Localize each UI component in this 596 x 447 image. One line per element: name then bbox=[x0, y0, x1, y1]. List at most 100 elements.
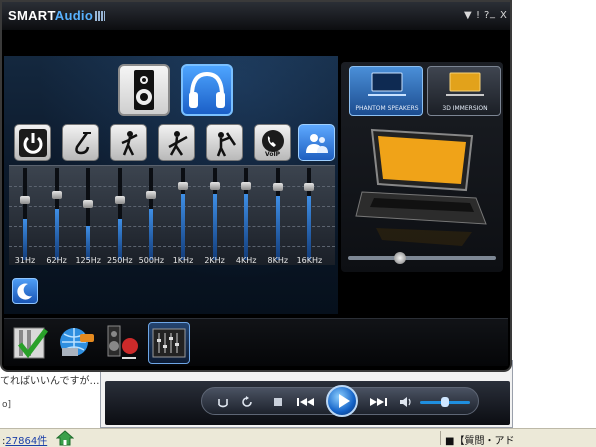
phantom-speakers-icon bbox=[368, 72, 406, 96]
dock-audio-director-button[interactable] bbox=[102, 322, 144, 364]
eq-slider-knob[interactable] bbox=[20, 196, 30, 204]
eq-band-slider[interactable] bbox=[114, 168, 125, 260]
close-icon[interactable]: X bbox=[500, 10, 507, 21]
next-icon[interactable] bbox=[368, 393, 390, 411]
eq-slider-fill bbox=[181, 194, 185, 260]
eq-band-label: 2KHz bbox=[204, 256, 225, 265]
eq-slider-fill bbox=[212, 194, 217, 260]
eq-slider-knob[interactable] bbox=[241, 182, 252, 190]
headphones-icon bbox=[189, 71, 225, 108]
eq-band-label: 125Hz bbox=[75, 256, 101, 265]
saxophone-icon bbox=[75, 132, 91, 155]
3d-immersion-label: 3D IMMERSION bbox=[442, 105, 488, 112]
help-icon[interactable]: ? bbox=[484, 10, 489, 21]
status-count: :27864件 bbox=[2, 436, 48, 447]
eq-slider-knob[interactable] bbox=[51, 191, 62, 199]
preset-power-button[interactable] bbox=[14, 124, 51, 161]
eq-slider-fill bbox=[149, 209, 154, 260]
volume-icon[interactable] bbox=[398, 393, 414, 411]
transport-pill bbox=[201, 385, 479, 417]
eq-band-slider[interactable] bbox=[272, 168, 283, 260]
voip-label: VoIP bbox=[265, 151, 281, 158]
violin-icon bbox=[216, 132, 237, 157]
eq-slider-fill bbox=[244, 194, 249, 260]
checklist-icon bbox=[13, 327, 48, 359]
dock-checklist-button[interactable] bbox=[10, 322, 52, 364]
background-text-line: てればいいんですが‥‥ bbox=[0, 376, 103, 387]
eq-band-label: 62Hz bbox=[46, 256, 67, 265]
eq-band-slider[interactable] bbox=[83, 168, 94, 260]
status-separator bbox=[440, 431, 441, 445]
phantom-speakers-button[interactable]: PHANTOM SPEAKERS bbox=[349, 66, 423, 116]
eq-slider-fill bbox=[117, 219, 122, 260]
logo-bars-icon bbox=[95, 11, 106, 21]
dancer-icon bbox=[121, 131, 138, 156]
speaker-icon bbox=[134, 70, 154, 110]
phantom-speakers-label: PHANTOM SPEAKERS bbox=[355, 105, 419, 112]
eq-slider-knob[interactable] bbox=[178, 182, 188, 190]
eq-band-label: 250Hz bbox=[107, 256, 133, 265]
repeat-icon[interactable] bbox=[216, 393, 230, 411]
eq-band-label: 8KHz bbox=[267, 256, 289, 265]
eq-slider-fill bbox=[275, 196, 280, 260]
eq-band-label: 4KHz bbox=[235, 256, 257, 265]
eq-band-label: 31Hz bbox=[14, 256, 36, 265]
speaker-mode-button[interactable] bbox=[118, 64, 170, 116]
dock-mixer-button[interactable] bbox=[148, 322, 190, 364]
microphone-speaker-icon bbox=[107, 325, 138, 359]
app-logo: SMARTAudio bbox=[8, 8, 106, 23]
eq-band-slider[interactable] bbox=[20, 168, 30, 260]
night-mode-button[interactable] bbox=[12, 278, 38, 304]
preset-rock-button[interactable] bbox=[158, 124, 195, 161]
about-icon[interactable]: ! bbox=[476, 10, 480, 21]
eq-slider-knob[interactable] bbox=[209, 182, 220, 190]
headphones-mode-button[interactable] bbox=[181, 64, 233, 116]
browser-status-bar: :27864件 ■【質問・アド bbox=[0, 428, 596, 447]
menu-dropdown-icon[interactable]: ▼ bbox=[464, 10, 472, 21]
preset-voip-button[interactable]: VoIP bbox=[254, 124, 291, 161]
title-bar: SMARTAudio ▼ ! ? _ X bbox=[2, 2, 510, 30]
play-button[interactable] bbox=[326, 385, 358, 417]
stop-icon[interactable] bbox=[272, 393, 284, 411]
eq-band-slider[interactable] bbox=[241, 168, 252, 260]
effect-intensity-knob[interactable] bbox=[393, 252, 406, 264]
previous-icon[interactable] bbox=[294, 393, 316, 411]
eq-slider-knob[interactable] bbox=[272, 183, 283, 191]
3d-immersion-button[interactable]: 3D IMMERSION bbox=[427, 66, 501, 116]
eq-slider-knob[interactable] bbox=[146, 191, 157, 199]
dock-network-button[interactable] bbox=[56, 322, 98, 364]
eq-slider-fill bbox=[54, 209, 59, 260]
eq-band-slider[interactable] bbox=[178, 168, 188, 260]
user-conference-icon bbox=[306, 134, 328, 153]
media-player-controls bbox=[105, 381, 510, 425]
eq-slider-knob[interactable] bbox=[304, 183, 315, 191]
preset-dance-button[interactable] bbox=[110, 124, 147, 161]
eq-slider-knob[interactable] bbox=[114, 196, 125, 204]
eq-band-label: 500Hz bbox=[138, 256, 165, 265]
minimize-icon[interactable]: _ bbox=[490, 8, 495, 19]
effect-intensity-slider[interactable] bbox=[348, 256, 496, 260]
eq-band-slider[interactable] bbox=[304, 168, 315, 260]
home-icon[interactable] bbox=[56, 430, 74, 446]
equalizer-sliders bbox=[9, 165, 335, 265]
rock-guitar-icon bbox=[168, 131, 188, 156]
eq-band-slider[interactable] bbox=[51, 168, 62, 260]
background-small-text: o] bbox=[2, 400, 12, 410]
volume-slider-knob[interactable] bbox=[441, 397, 449, 407]
preset-jazz-button[interactable] bbox=[62, 124, 99, 161]
shuffle-icon[interactable] bbox=[240, 393, 254, 411]
eq-band-slider[interactable] bbox=[146, 168, 157, 260]
moon-icon bbox=[17, 283, 32, 300]
eq-band-label: 16KHz bbox=[296, 256, 323, 265]
status-right-text: ■【質問・アド bbox=[445, 436, 515, 447]
eq-slider-fill bbox=[307, 196, 312, 260]
status-count-link[interactable]: 27864件 bbox=[5, 436, 47, 447]
power-icon bbox=[19, 129, 47, 157]
preset-conference-button[interactable] bbox=[298, 124, 335, 161]
3d-immersion-icon bbox=[446, 72, 484, 96]
eq-band-label: 1KHz bbox=[172, 256, 194, 265]
eq-slider-knob[interactable] bbox=[83, 200, 94, 208]
preset-classical-button[interactable] bbox=[206, 124, 243, 161]
eq-band-slider[interactable] bbox=[209, 168, 220, 260]
eq-slider-fill bbox=[23, 219, 27, 260]
